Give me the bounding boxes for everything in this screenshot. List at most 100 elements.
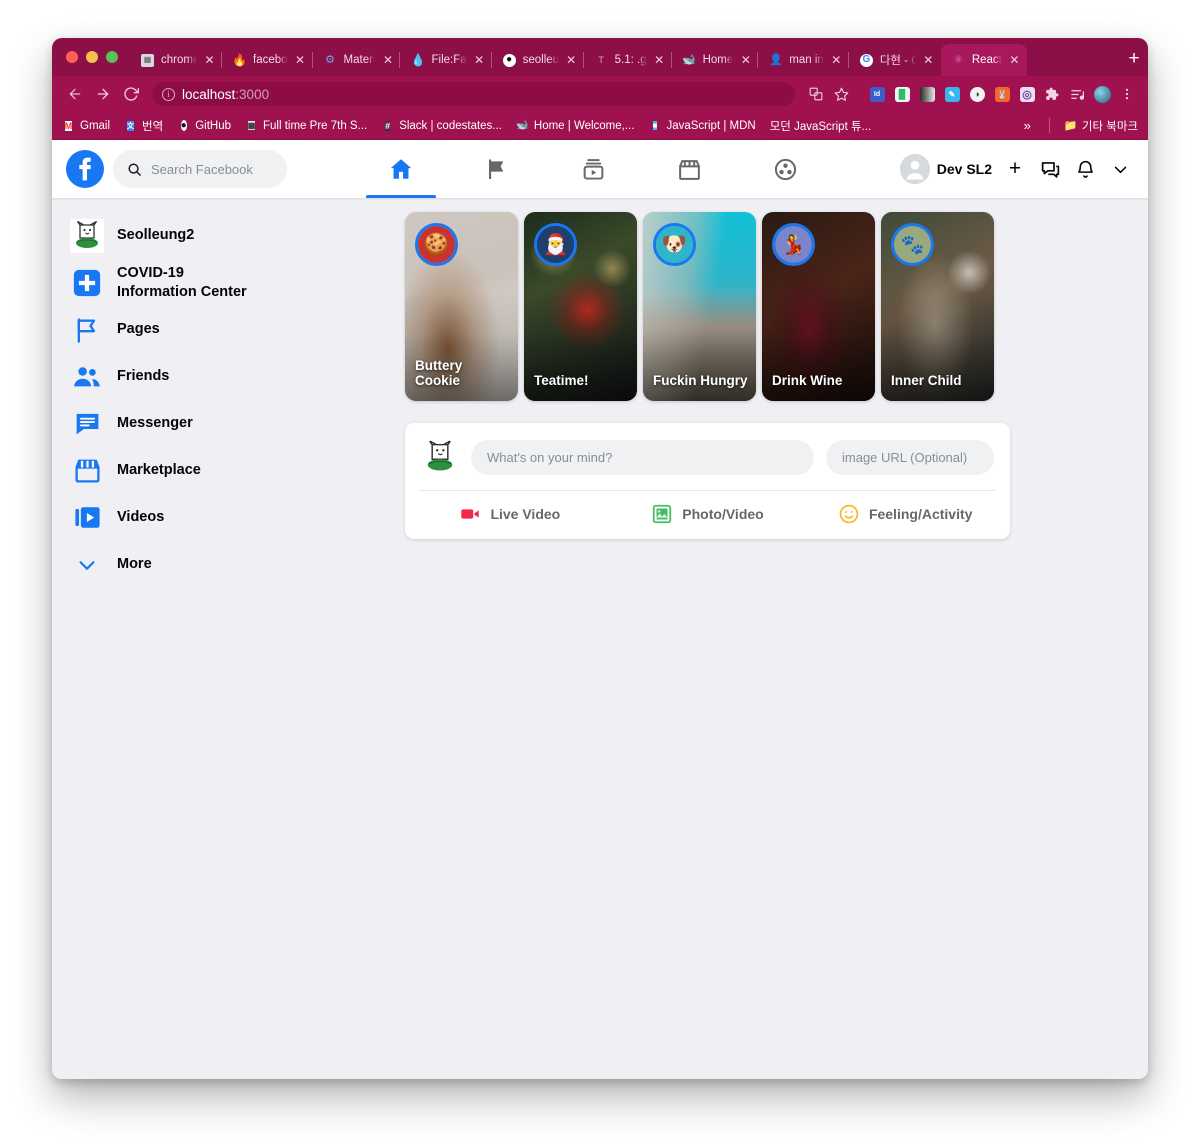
sidebar-item-messenger[interactable]: Messenger [70,400,405,447]
browser-tab[interactable]: ⚙ Materi ✕ [311,44,401,76]
colorpick-ext-icon[interactable]: ✎ [941,83,963,105]
feeling-activity-button[interactable]: Feeling/Activity [806,503,1004,525]
sidebar-item-videos[interactable]: Videos [70,494,405,541]
indesign-ext-icon[interactable]: Id [866,83,888,105]
bookmark-item[interactable]: ■ JavaScript | MDN [648,119,756,132]
tab-close-button[interactable]: ✕ [565,54,578,67]
sidebar-item-marketplace[interactable]: Marketplace [70,447,405,494]
tab-close-button[interactable]: ✕ [830,54,843,67]
mdn-bm-icon: ■ [652,121,658,130]
address-bar[interactable]: i localhost:3000 [152,82,795,106]
tab-title: seolleu [522,54,559,66]
tab-close-button[interactable]: ✕ [922,54,935,67]
tab-close-button[interactable]: ✕ [739,54,752,67]
close-window-button[interactable] [66,51,78,63]
cookie-run-avatar[interactable]: 🍪 [415,223,458,266]
reload-button[interactable] [118,81,144,107]
notifications-button[interactable] [1071,155,1099,183]
tab-close-button[interactable]: ✕ [294,54,307,67]
tab-close-button[interactable]: ✕ [653,54,666,67]
fox-ext-icon[interactable]: 🐰 [991,83,1013,105]
dog-avatar[interactable]: 🐶 [653,223,696,266]
browser-tab[interactable]: ▦ chrome://n ✕ [130,44,222,76]
messenger-icon [1041,161,1059,178]
cat-grass-avatar [70,218,104,253]
browser-tab[interactable]: 🔥 facebo ✕ [221,44,313,76]
puzzle-ext-icon[interactable] [1041,83,1063,105]
translate-icon[interactable] [805,83,827,105]
nav-home[interactable] [366,140,437,198]
playlist-ext-icon[interactable] [1066,83,1088,105]
sidebar-item-pages[interactable]: Pages [70,306,405,353]
bookmark-item[interactable]: 🐋 Home | Welcome,... [516,119,634,132]
site-info-icon[interactable]: i [162,87,175,101]
back-button[interactable] [62,81,88,107]
browser-tab[interactable]: ⚛ React ✕ [940,44,1027,76]
browser-tab[interactable]: 👤 man in ✕ [757,44,849,76]
grayscale-ext-icon[interactable] [916,83,938,105]
pet-avatar[interactable]: 🐾 [891,223,934,266]
search-input[interactable]: Search Facebook [113,150,287,188]
browser-tab[interactable]: G 다현 - C ✕ [847,44,941,76]
sidebar-item-friends[interactable]: Friends [70,353,405,400]
tab-close-button[interactable]: ✕ [381,54,394,67]
new-tab-button[interactable]: + [1120,45,1148,73]
bookmark-item[interactable]: # Slack | codestates... [381,119,502,132]
three-dot-menu-icon[interactable] [1116,83,1138,105]
story-card[interactable]: 🐾 Inner Child [881,212,994,401]
sidebar-item-profile[interactable]: Seolleung2 [70,212,405,259]
nav-marketplace[interactable] [660,140,718,198]
dark-mode-ext-icon[interactable]: ◑ [966,83,988,105]
messenger-button[interactable] [1036,155,1064,183]
other-bookmarks-folder[interactable]: 📁 기타 북마크 [1064,118,1138,134]
globe-ext-icon[interactable] [1091,83,1113,105]
bookmark-item[interactable]: 文 번역 [124,118,163,134]
minimize-window-button[interactable] [86,51,98,63]
browser-tab[interactable]: 🐋 Home ✕ [670,44,759,76]
browser-tab[interactable]: ● seolleu ✕ [490,44,584,76]
nav-pages[interactable] [468,140,526,198]
bookmark-item[interactable]: ● GitHub [177,119,231,132]
live-video-icon [461,509,480,519]
composer-top: What's on your mind? image URL (Optional… [405,423,1010,490]
sidebar-item-covid[interactable]: COVID-19 Information Center [70,259,405,306]
browser-tab[interactable]: 💧 File:Fa ✕ [399,44,491,76]
evernote-ext-icon[interactable]: █ [891,83,913,105]
tab-close-button[interactable]: ✕ [473,54,486,67]
story-card[interactable]: 💃 Drink Wine [762,212,875,401]
bookmark-star-icon[interactable] [830,83,852,105]
photo-video-button[interactable]: Photo/Video [609,503,807,525]
story-card[interactable]: 🐶 Fuckin Hungry [643,212,756,401]
sidebar-item-label: Seolleung2 [117,227,195,244]
search-icon [128,162,141,176]
bookmark-item[interactable]: M Gmail [62,119,110,132]
composer-actions: Live Video Photo/Video Feeling/Activity [405,491,1010,539]
tab-close-button[interactable]: ✕ [203,54,216,67]
bookmarks-overflow-button[interactable]: » [1024,118,1035,133]
create-button[interactable]: + [1001,155,1029,183]
facebook-logo-icon[interactable] [66,150,104,188]
browser-tab[interactable]: T 5.1: .g ✕ [582,44,672,76]
text-icon: T [598,54,604,65]
photo-video-label: Photo/Video [682,506,764,522]
image-url-input[interactable]: image URL (Optional) [826,439,994,475]
tab-close-button[interactable]: ✕ [1008,54,1021,67]
story-card[interactable]: 🍪 Buttery Cookie [405,212,518,401]
story-title: Fuckin Hungry [653,373,748,389]
sidebar-item-more[interactable]: More [70,541,405,588]
forward-button[interactable] [90,81,116,107]
target-ext-icon[interactable]: ◎ [1016,83,1038,105]
nav-groups[interactable] [756,140,814,198]
account-menu-button[interactable] [1106,155,1134,183]
anime-avatar[interactable]: 💃 [772,223,815,266]
tab-title: chrome://n [161,54,197,66]
nav-watch[interactable] [564,140,622,198]
bookmark-item[interactable]: 모던 JavaScript 튜... [770,118,871,134]
live-video-button[interactable]: Live Video [411,503,609,525]
santa-avatar[interactable]: 🎅 [534,223,577,266]
maximize-window-button[interactable] [106,51,118,63]
profile-button[interactable]: Dev SL2 [899,154,994,184]
bookmark-item[interactable]: ▦ Full time Pre 7th S... [245,119,367,132]
story-card[interactable]: 🎅 Teatime! [524,212,637,401]
post-text-input[interactable]: What's on your mind? [471,439,814,475]
